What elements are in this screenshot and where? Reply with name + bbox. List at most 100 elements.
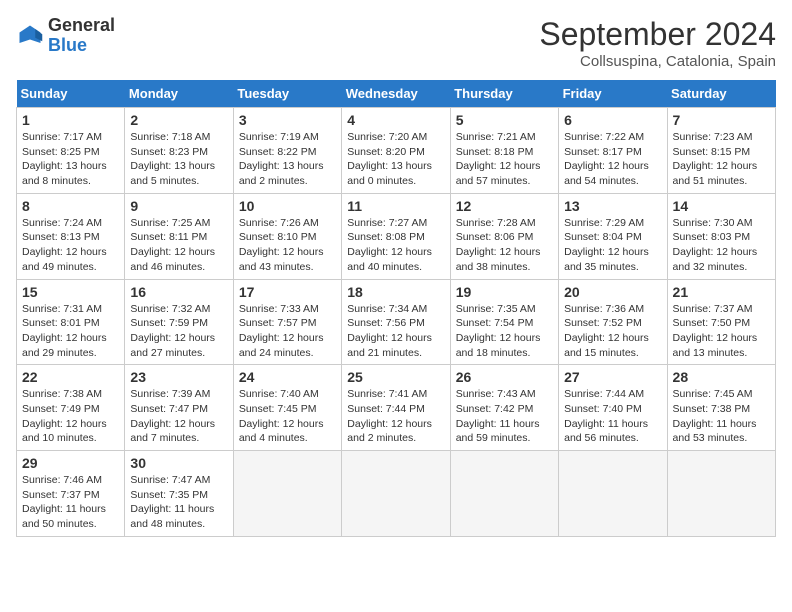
calendar-cell: 22 Sunrise: 7:38 AM Sunset: 7:49 PM Dayl… <box>17 365 125 451</box>
calendar-cell: 3 Sunrise: 7:19 AM Sunset: 8:22 PM Dayli… <box>233 108 341 194</box>
day-detail: Sunrise: 7:29 AM Sunset: 8:04 PM Dayligh… <box>564 216 661 275</box>
calendar-cell: 10 Sunrise: 7:26 AM Sunset: 8:10 PM Dayl… <box>233 193 341 279</box>
day-detail: Sunrise: 7:39 AM Sunset: 7:47 PM Dayligh… <box>130 387 227 446</box>
calendar-cell: 20 Sunrise: 7:36 AM Sunset: 7:52 PM Dayl… <box>559 279 667 365</box>
day-number: 2 <box>130 112 227 128</box>
calendar-cell: 23 Sunrise: 7:39 AM Sunset: 7:47 PM Dayl… <box>125 365 233 451</box>
day-number: 13 <box>564 198 661 214</box>
day-number: 1 <box>22 112 119 128</box>
day-number: 26 <box>456 369 553 385</box>
day-number: 16 <box>130 284 227 300</box>
header-wednesday: Wednesday <box>342 80 450 108</box>
calendar-cell: 24 Sunrise: 7:40 AM Sunset: 7:45 PM Dayl… <box>233 365 341 451</box>
day-detail: Sunrise: 7:28 AM Sunset: 8:06 PM Dayligh… <box>456 216 553 275</box>
logo-icon <box>16 22 44 50</box>
calendar-week-3: 15 Sunrise: 7:31 AM Sunset: 8:01 PM Dayl… <box>17 279 776 365</box>
calendar-week-4: 22 Sunrise: 7:38 AM Sunset: 7:49 PM Dayl… <box>17 365 776 451</box>
day-detail: Sunrise: 7:25 AM Sunset: 8:11 PM Dayligh… <box>130 216 227 275</box>
calendar-cell <box>667 451 775 537</box>
day-detail: Sunrise: 7:38 AM Sunset: 7:49 PM Dayligh… <box>22 387 119 446</box>
day-detail: Sunrise: 7:18 AM Sunset: 8:23 PM Dayligh… <box>130 130 227 189</box>
day-detail: Sunrise: 7:27 AM Sunset: 8:08 PM Dayligh… <box>347 216 444 275</box>
calendar-cell: 17 Sunrise: 7:33 AM Sunset: 7:57 PM Dayl… <box>233 279 341 365</box>
calendar-cell: 1 Sunrise: 7:17 AM Sunset: 8:25 PM Dayli… <box>17 108 125 194</box>
calendar-week-1: 1 Sunrise: 7:17 AM Sunset: 8:25 PM Dayli… <box>17 108 776 194</box>
day-number: 12 <box>456 198 553 214</box>
calendar-cell: 21 Sunrise: 7:37 AM Sunset: 7:50 PM Dayl… <box>667 279 775 365</box>
day-detail: Sunrise: 7:24 AM Sunset: 8:13 PM Dayligh… <box>22 216 119 275</box>
calendar-cell: 19 Sunrise: 7:35 AM Sunset: 7:54 PM Dayl… <box>450 279 558 365</box>
day-number: 15 <box>22 284 119 300</box>
calendar-cell: 25 Sunrise: 7:41 AM Sunset: 7:44 PM Dayl… <box>342 365 450 451</box>
day-detail: Sunrise: 7:32 AM Sunset: 7:59 PM Dayligh… <box>130 302 227 361</box>
calendar-cell: 14 Sunrise: 7:30 AM Sunset: 8:03 PM Dayl… <box>667 193 775 279</box>
logo-text: General Blue <box>48 16 115 56</box>
day-detail: Sunrise: 7:34 AM Sunset: 7:56 PM Dayligh… <box>347 302 444 361</box>
calendar-table: Sunday Monday Tuesday Wednesday Thursday… <box>16 80 776 537</box>
day-number: 22 <box>22 369 119 385</box>
header-sunday: Sunday <box>17 80 125 108</box>
day-number: 5 <box>456 112 553 128</box>
day-number: 3 <box>239 112 336 128</box>
day-detail: Sunrise: 7:20 AM Sunset: 8:20 PM Dayligh… <box>347 130 444 189</box>
day-number: 21 <box>673 284 770 300</box>
day-detail: Sunrise: 7:35 AM Sunset: 7:54 PM Dayligh… <box>456 302 553 361</box>
calendar-cell: 16 Sunrise: 7:32 AM Sunset: 7:59 PM Dayl… <box>125 279 233 365</box>
day-detail: Sunrise: 7:21 AM Sunset: 8:18 PM Dayligh… <box>456 130 553 189</box>
day-number: 27 <box>564 369 661 385</box>
day-number: 28 <box>673 369 770 385</box>
day-detail: Sunrise: 7:19 AM Sunset: 8:22 PM Dayligh… <box>239 130 336 189</box>
day-number: 30 <box>130 455 227 471</box>
calendar-cell: 7 Sunrise: 7:23 AM Sunset: 8:15 PM Dayli… <box>667 108 775 194</box>
logo-general: General <box>48 16 115 36</box>
day-detail: Sunrise: 7:40 AM Sunset: 7:45 PM Dayligh… <box>239 387 336 446</box>
day-detail: Sunrise: 7:30 AM Sunset: 8:03 PM Dayligh… <box>673 216 770 275</box>
day-number: 10 <box>239 198 336 214</box>
day-number: 17 <box>239 284 336 300</box>
day-number: 11 <box>347 198 444 214</box>
calendar-cell <box>559 451 667 537</box>
day-detail: Sunrise: 7:31 AM Sunset: 8:01 PM Dayligh… <box>22 302 119 361</box>
header-tuesday: Tuesday <box>233 80 341 108</box>
day-number: 8 <box>22 198 119 214</box>
calendar-week-2: 8 Sunrise: 7:24 AM Sunset: 8:13 PM Dayli… <box>17 193 776 279</box>
page-header: General Blue September 2024 Collsuspina,… <box>16 16 776 70</box>
calendar-cell: 27 Sunrise: 7:44 AM Sunset: 7:40 PM Dayl… <box>559 365 667 451</box>
day-detail: Sunrise: 7:47 AM Sunset: 7:35 PM Dayligh… <box>130 473 227 532</box>
day-number: 6 <box>564 112 661 128</box>
calendar-cell: 18 Sunrise: 7:34 AM Sunset: 7:56 PM Dayl… <box>342 279 450 365</box>
day-number: 9 <box>130 198 227 214</box>
day-detail: Sunrise: 7:23 AM Sunset: 8:15 PM Dayligh… <box>673 130 770 189</box>
calendar-cell: 9 Sunrise: 7:25 AM Sunset: 8:11 PM Dayli… <box>125 193 233 279</box>
calendar-cell: 4 Sunrise: 7:20 AM Sunset: 8:20 PM Dayli… <box>342 108 450 194</box>
header-monday: Monday <box>125 80 233 108</box>
day-detail: Sunrise: 7:44 AM Sunset: 7:40 PM Dayligh… <box>564 387 661 446</box>
header-row: Sunday Monday Tuesday Wednesday Thursday… <box>17 80 776 108</box>
calendar-week-5: 29 Sunrise: 7:46 AM Sunset: 7:37 PM Dayl… <box>17 451 776 537</box>
calendar-cell: 11 Sunrise: 7:27 AM Sunset: 8:08 PM Dayl… <box>342 193 450 279</box>
logo: General Blue <box>16 16 115 56</box>
calendar-cell: 26 Sunrise: 7:43 AM Sunset: 7:42 PM Dayl… <box>450 365 558 451</box>
day-detail: Sunrise: 7:36 AM Sunset: 7:52 PM Dayligh… <box>564 302 661 361</box>
header-saturday: Saturday <box>667 80 775 108</box>
day-number: 20 <box>564 284 661 300</box>
logo-blue: Blue <box>48 36 115 56</box>
title-block: September 2024 Collsuspina, Catalonia, S… <box>539 16 776 70</box>
day-detail: Sunrise: 7:46 AM Sunset: 7:37 PM Dayligh… <box>22 473 119 532</box>
day-number: 7 <box>673 112 770 128</box>
day-number: 19 <box>456 284 553 300</box>
month-title: September 2024 <box>539 16 776 53</box>
day-detail: Sunrise: 7:22 AM Sunset: 8:17 PM Dayligh… <box>564 130 661 189</box>
day-detail: Sunrise: 7:33 AM Sunset: 7:57 PM Dayligh… <box>239 302 336 361</box>
calendar-body: 1 Sunrise: 7:17 AM Sunset: 8:25 PM Dayli… <box>17 108 776 537</box>
calendar-cell: 6 Sunrise: 7:22 AM Sunset: 8:17 PM Dayli… <box>559 108 667 194</box>
day-detail: Sunrise: 7:43 AM Sunset: 7:42 PM Dayligh… <box>456 387 553 446</box>
calendar-cell: 12 Sunrise: 7:28 AM Sunset: 8:06 PM Dayl… <box>450 193 558 279</box>
calendar-cell: 13 Sunrise: 7:29 AM Sunset: 8:04 PM Dayl… <box>559 193 667 279</box>
day-detail: Sunrise: 7:17 AM Sunset: 8:25 PM Dayligh… <box>22 130 119 189</box>
calendar-cell: 15 Sunrise: 7:31 AM Sunset: 8:01 PM Dayl… <box>17 279 125 365</box>
calendar-cell: 2 Sunrise: 7:18 AM Sunset: 8:23 PM Dayli… <box>125 108 233 194</box>
day-number: 24 <box>239 369 336 385</box>
day-detail: Sunrise: 7:45 AM Sunset: 7:38 PM Dayligh… <box>673 387 770 446</box>
day-detail: Sunrise: 7:41 AM Sunset: 7:44 PM Dayligh… <box>347 387 444 446</box>
